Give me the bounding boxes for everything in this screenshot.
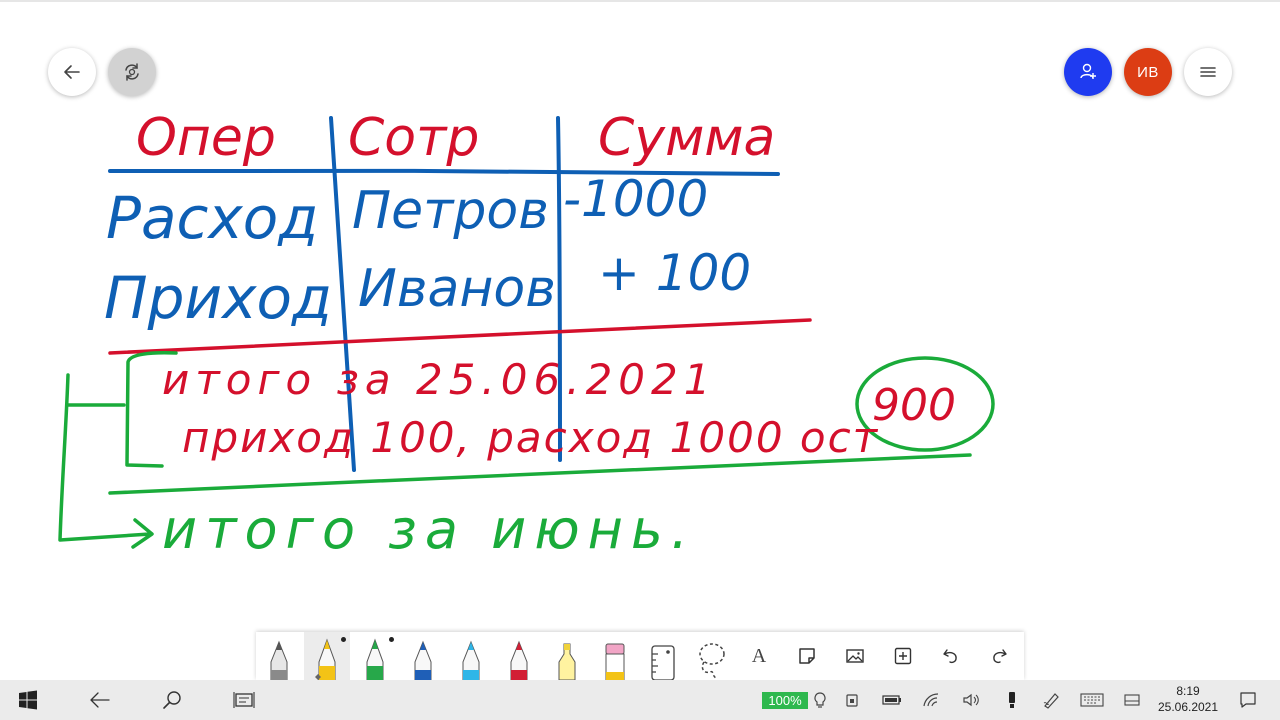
ink-header-oper: Опер — [136, 108, 276, 168]
tool-ruler[interactable] — [640, 632, 686, 680]
notification-icon — [1240, 692, 1256, 708]
tool-pen-lightblue[interactable] — [448, 632, 494, 680]
tool-text[interactable]: A — [736, 632, 782, 680]
ink-row2-sotr: Иванов — [358, 259, 556, 319]
selected-dot — [389, 637, 394, 642]
ruler-icon — [651, 645, 675, 680]
tool-lasso[interactable] — [688, 632, 734, 680]
tool-pen-red[interactable] — [496, 632, 542, 680]
undo-icon — [943, 649, 957, 664]
arrow-left-icon — [90, 692, 110, 708]
tool-add[interactable] — [880, 632, 926, 680]
whiteboard-app: Опер Сотр Сумма Расход Петров -1000 Прих… — [0, 0, 1280, 720]
tool-pen-green[interactable] — [352, 632, 398, 680]
task-view-button[interactable] — [224, 680, 264, 720]
add-person-icon — [1080, 63, 1096, 79]
window-icon — [1124, 694, 1140, 706]
tool-undo[interactable] — [928, 632, 974, 680]
sticky-note-icon — [799, 648, 815, 664]
ink-header-summa: Сумма — [598, 108, 775, 168]
eraser-icon — [605, 643, 625, 680]
microphone-icon — [1009, 692, 1015, 708]
ink-branch — [58, 373, 154, 549]
wifi-icon — [923, 693, 939, 707]
pen-icon — [462, 640, 480, 680]
clock[interactable]: 8:19 25.06.2021 — [1150, 683, 1226, 717]
battery-button[interactable] — [878, 680, 906, 720]
ink-row2-oper: Приход — [104, 264, 332, 332]
action-center-button[interactable] — [1232, 680, 1264, 720]
arrow-left-icon — [64, 65, 80, 79]
ink-row2-sum: + 100 — [598, 244, 751, 302]
volume-button[interactable] — [958, 680, 986, 720]
tool-redo[interactable] — [976, 632, 1022, 680]
ink-column-divider-2 — [556, 116, 562, 462]
search-icon — [163, 691, 181, 709]
avatar[interactable]: ИВ — [1124, 48, 1172, 96]
tool-pen-yellow[interactable] — [304, 632, 350, 680]
keyboard-icon — [1080, 693, 1104, 707]
tool-sticky-note[interactable] — [784, 632, 830, 680]
volume-icon — [963, 693, 979, 707]
ink-row1-sum: -1000 — [563, 170, 708, 228]
plus-box-icon — [894, 647, 912, 665]
tool-highlighter[interactable] — [544, 632, 590, 680]
menu-button[interactable] — [1184, 48, 1232, 96]
taskbar — [0, 680, 1280, 720]
desktop-button[interactable] — [1118, 680, 1146, 720]
back-button[interactable] — [48, 48, 96, 96]
ink-summary-900: 900 — [872, 380, 956, 431]
rotation-lock-icon — [846, 694, 858, 707]
redo-icon — [993, 649, 1007, 664]
ink-header-sotr: Сотр — [348, 108, 479, 168]
search-button[interactable] — [152, 680, 192, 720]
tool-pencil-gray[interactable] — [256, 632, 302, 680]
start-button[interactable] — [8, 680, 48, 720]
task-view-icon — [233, 692, 255, 708]
pen-workspace-icon — [1043, 693, 1059, 709]
image-icon — [846, 649, 864, 663]
ink-summary-line1: итого за 25.06.2021 — [162, 355, 716, 404]
lasso-icon — [699, 643, 725, 679]
pen-workspace-button[interactable] — [1038, 680, 1066, 720]
ink-row1-sotr: Петров — [352, 181, 549, 241]
wifi-button[interactable] — [918, 680, 946, 720]
microphone-button[interactable] — [1000, 680, 1024, 720]
keyboard-button[interactable] — [1076, 680, 1108, 720]
whiteboard-canvas[interactable]: Опер Сотр Сумма Расход Петров -1000 Прих… — [0, 0, 1280, 680]
ink-layer: Опер Сотр Сумма Расход Петров -1000 Прих… — [58, 108, 995, 561]
battery-icon — [882, 695, 901, 705]
hamburger-icon — [1200, 67, 1216, 77]
pen-icon — [414, 640, 432, 680]
sync-icon — [125, 63, 139, 81]
lightbulb-icon — [814, 692, 826, 708]
pen-toolbar: A — [256, 632, 1024, 680]
ink-summary-line2: приход 100, расход 1000 ост — [182, 413, 879, 462]
text-icon: A — [751, 644, 767, 667]
sync-button[interactable] — [108, 48, 156, 96]
tool-pen-blue[interactable] — [400, 632, 446, 680]
brightness-button[interactable] — [810, 680, 830, 720]
tool-image[interactable] — [832, 632, 878, 680]
selected-dot — [341, 637, 346, 642]
avatar-initials: ИВ — [1137, 63, 1159, 81]
share-button[interactable] — [1064, 48, 1112, 96]
pencil-icon — [270, 640, 288, 680]
clock-date: 25.06.2021 — [1157, 700, 1219, 714]
ink-row1-oper: Расход — [106, 184, 318, 252]
taskbar-back-button[interactable] — [80, 680, 120, 720]
rotation-lock-button[interactable] — [840, 680, 864, 720]
pen-icon — [510, 640, 528, 680]
clock-time: 8:19 — [1176, 684, 1200, 698]
battery-percentage: 100% — [762, 692, 808, 709]
ink-month-total: итого за июнь. — [162, 498, 696, 561]
tool-eraser[interactable] — [592, 632, 638, 680]
highlighter-icon — [558, 643, 576, 680]
windows-logo-icon — [19, 690, 37, 710]
